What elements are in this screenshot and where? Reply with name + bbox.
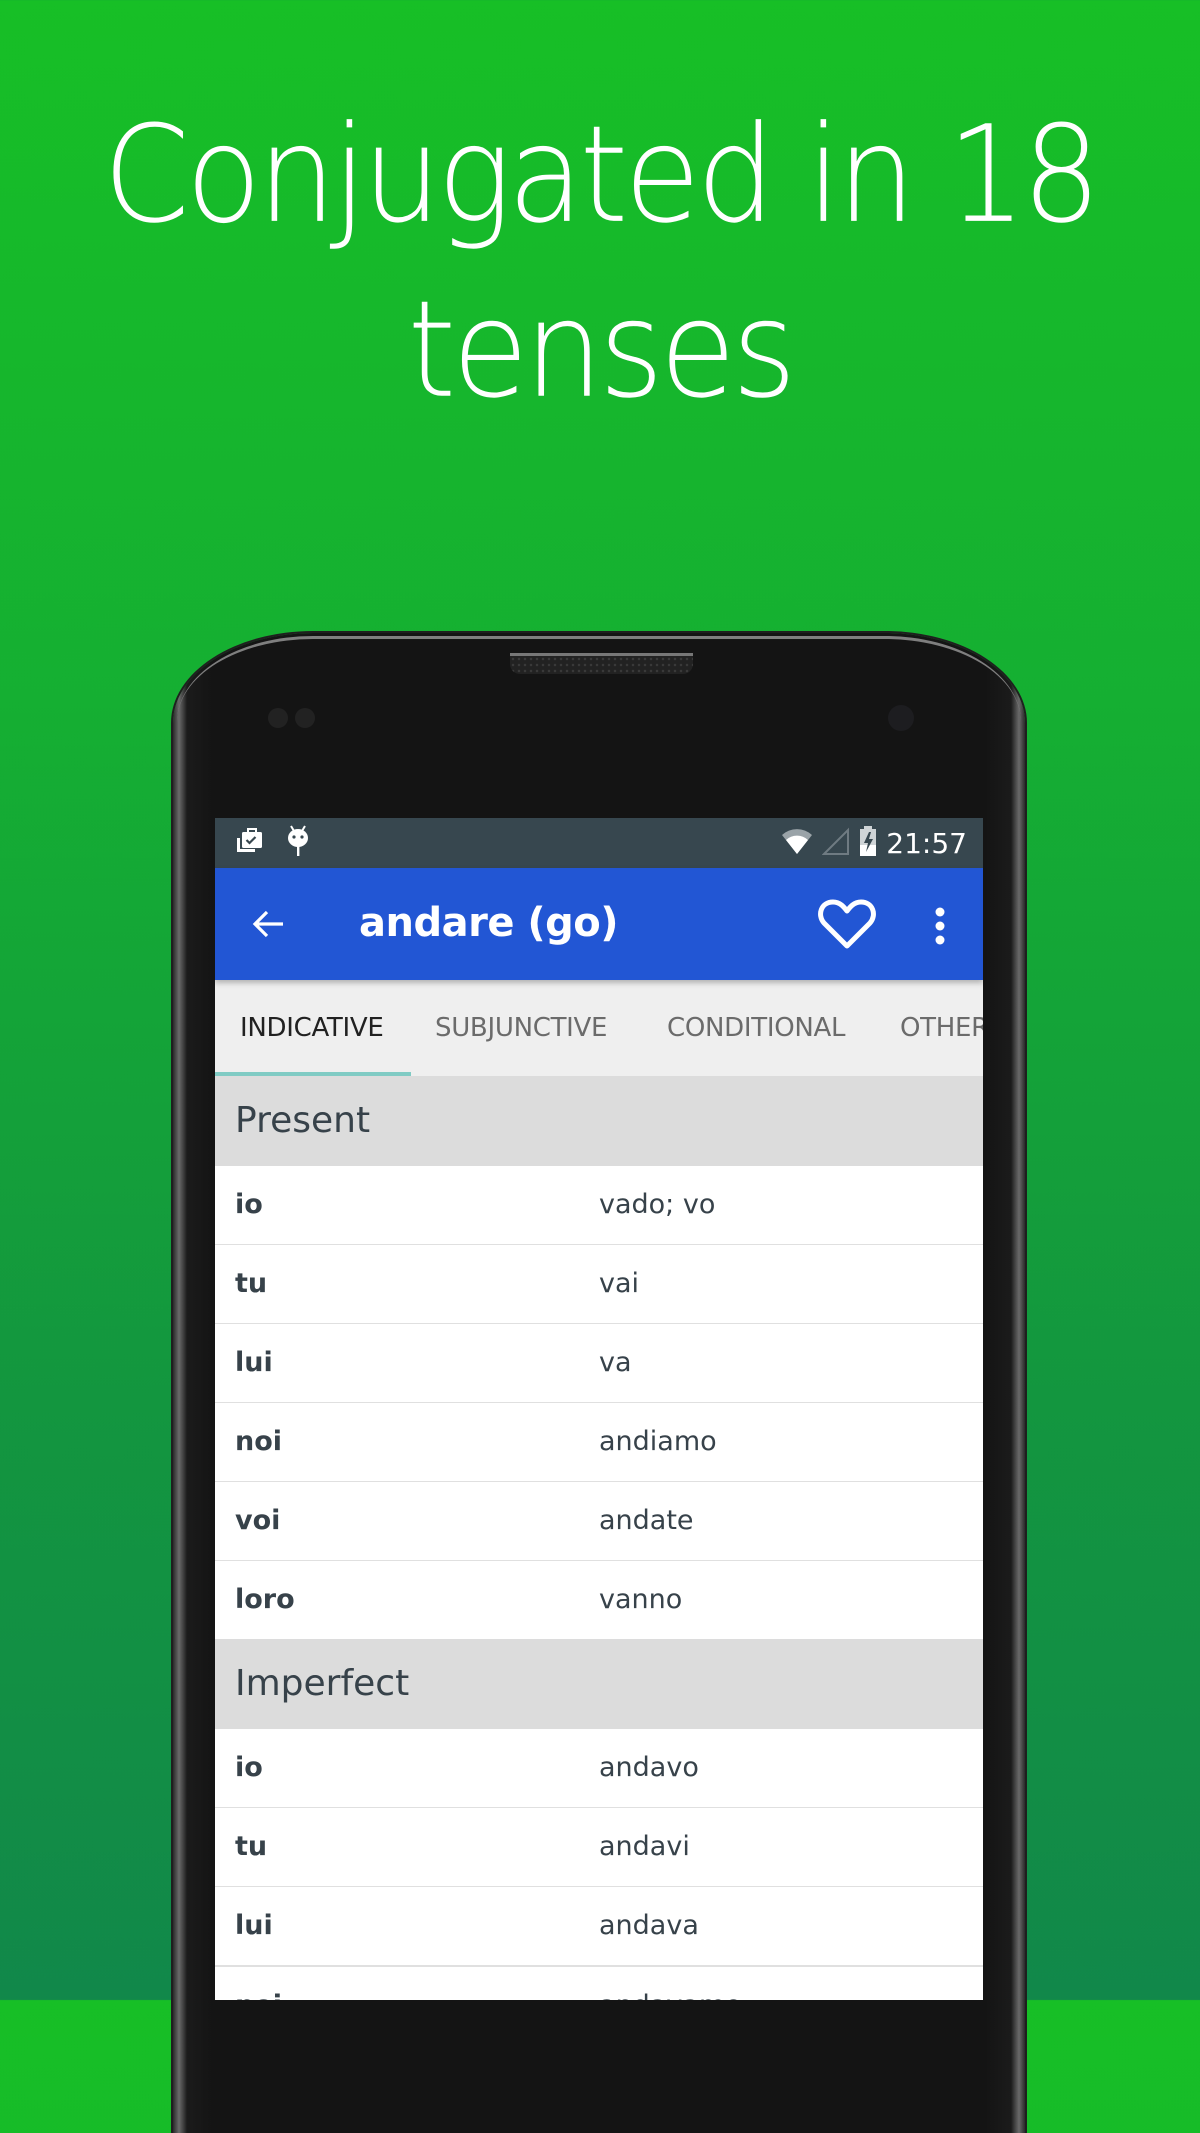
verb-form: andava xyxy=(599,1910,699,1941)
headline: Conjugated in 18 tenses xyxy=(0,88,1200,438)
verb-form: vado; vo xyxy=(599,1189,716,1220)
front-camera xyxy=(888,705,914,731)
section-header: Imperfect xyxy=(215,1639,983,1729)
speaker-grill xyxy=(510,653,693,674)
status-time: 21:57 xyxy=(886,826,967,860)
verb-form: andiamo xyxy=(599,1426,717,1457)
wifi-icon xyxy=(780,826,814,861)
verb-form: va xyxy=(599,1347,632,1378)
section-imperfect: Imperfect io andavo tu andavi lui andava no… xyxy=(215,1639,983,2000)
verb-form: andate xyxy=(599,1505,694,1536)
tab-conditional[interactable]: CONDITIONAL xyxy=(667,980,846,1076)
conjugation-row: io andavo xyxy=(215,1729,983,1808)
briefcase-check-icon xyxy=(235,826,265,861)
verb-form: vanno xyxy=(599,1584,683,1615)
pronoun: io xyxy=(235,1189,263,1220)
pronoun: noi xyxy=(235,1426,283,1457)
tab-subjunctive[interactable]: SUBJUNCTIVE xyxy=(435,980,607,1076)
conjugation-row: io vado; vo xyxy=(215,1166,983,1245)
conjugation-row: tu vai xyxy=(215,1245,983,1324)
pronoun: lui xyxy=(235,1910,273,1941)
verb-form: andavi xyxy=(599,1831,690,1862)
cell-signal-icon xyxy=(821,826,850,861)
pronoun: tu xyxy=(235,1831,268,1862)
pronoun: io xyxy=(235,1752,263,1783)
verb-form: andavo xyxy=(599,1752,699,1783)
pronoun: loro xyxy=(235,1584,295,1615)
conjugation-row: lui andava xyxy=(215,1887,983,1966)
conjugation-row: noi andavamo xyxy=(215,1966,983,2000)
arrow-back-icon xyxy=(252,910,283,938)
verb-form: andavamo xyxy=(599,1967,742,2000)
proximity-sensor xyxy=(268,708,288,728)
verb-title: andare (go) xyxy=(359,900,619,946)
favorite-button[interactable] xyxy=(818,898,876,950)
conjugation-row: voi andate xyxy=(215,1482,983,1561)
pronoun: tu xyxy=(235,1268,268,1299)
back-button[interactable] xyxy=(251,906,287,942)
verb-form: vai xyxy=(599,1268,640,1299)
section-header: Present xyxy=(215,1076,983,1166)
mood-tabs: INDICATIVE SUBJUNCTIVE CONDITIONAL OTHER xyxy=(215,980,983,1076)
battery-charging-icon xyxy=(858,825,878,862)
section-present: Present io vado; vo tu vai lui va noi andiam… xyxy=(215,1076,983,1639)
status-bar: 21:57 xyxy=(215,818,983,868)
headline-line-2: tenses xyxy=(407,272,797,429)
conjugation-row: tu andavi xyxy=(215,1808,983,1887)
phone-screen: 21:57 andare (go) INDICATIVE SUBJUNCTIVE… xyxy=(215,818,983,2000)
pronoun: noi xyxy=(235,1967,282,2000)
conjugation-row: noi andiamo xyxy=(215,1403,983,1482)
app-bar: andare (go) xyxy=(215,868,983,980)
light-sensor xyxy=(295,708,315,728)
heart-outline-icon xyxy=(818,899,876,949)
tab-indicator xyxy=(215,1072,411,1076)
pronoun: lui xyxy=(235,1347,273,1378)
conjugation-list: Present io vado; vo tu vai lui va noi andiam… xyxy=(215,1076,983,2000)
android-icon xyxy=(285,824,311,863)
more-options-button[interactable] xyxy=(925,906,955,946)
more-vert-icon xyxy=(935,907,945,945)
headline-line-1: Conjugated in 18 xyxy=(103,97,1101,254)
pronoun: voi xyxy=(235,1505,281,1536)
tab-other[interactable]: OTHER xyxy=(900,980,983,1076)
conjugation-row: lui va xyxy=(215,1324,983,1403)
tab-indicative[interactable]: INDICATIVE xyxy=(240,980,384,1076)
conjugation-row: loro vanno xyxy=(215,1561,983,1639)
